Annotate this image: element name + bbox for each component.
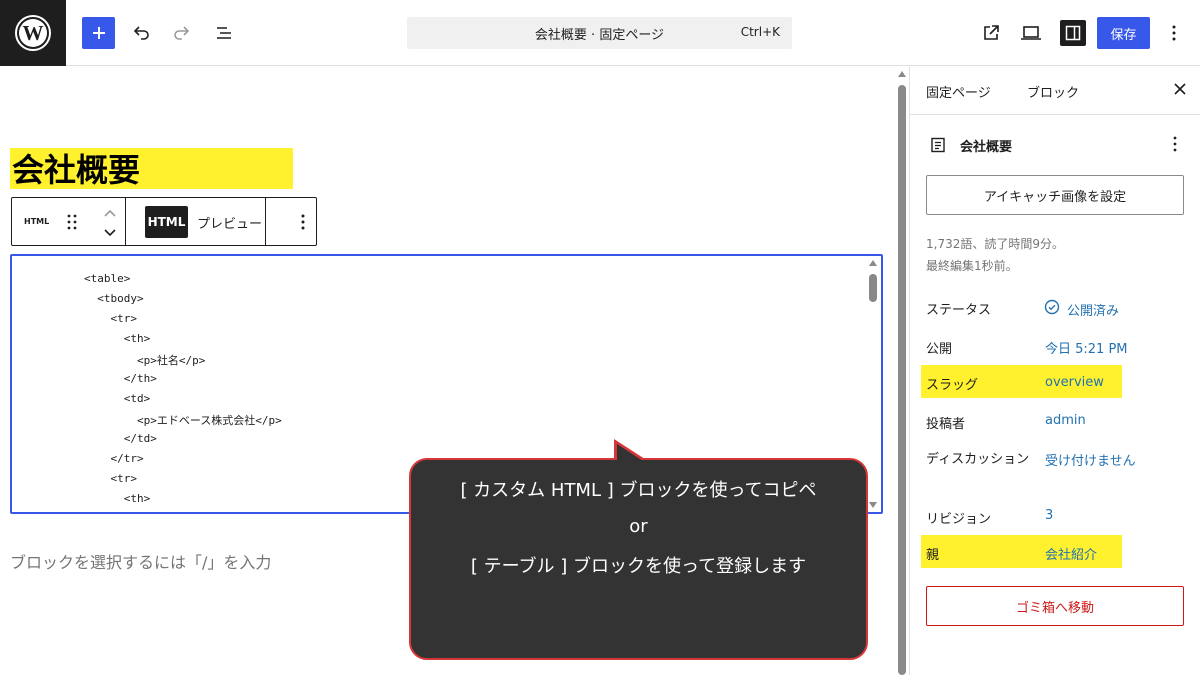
command-palette-bar[interactable]: 会社概要 · 固定ページ Ctrl+K <box>407 17 792 49</box>
code-line: <th> <box>84 332 151 345</box>
svg-text:W: W <box>23 21 44 45</box>
code-line: <th> <box>84 492 151 505</box>
status-value[interactable]: 公開済み <box>1067 300 1119 319</box>
code-line: <table> <box>84 272 131 285</box>
shortcut-hint: Ctrl+K <box>740 25 780 39</box>
author-label: 投稿者 <box>926 417 966 432</box>
plus-icon <box>92 27 105 39</box>
block-appender-placeholder[interactable]: ブロックを選択するには「/」を入力 <box>10 549 271 573</box>
callout-line-1: [ カスタム HTML ] ブロックを使ってコピペ <box>460 480 817 501</box>
editor-header: W 会社概要 · 固定ページ Ctrl+K 保存 <box>0 0 1200 66</box>
settings-sidebar-toggle[interactable] <box>1060 20 1086 46</box>
discussion-value[interactable]: 受け付けません <box>1045 450 1136 469</box>
save-button[interactable]: 保存 <box>1097 17 1150 49</box>
wordpress-logo-icon[interactable]: W <box>0 0 66 66</box>
html-tab[interactable]: HTML <box>145 206 188 238</box>
scroll-up-arrow[interactable] <box>869 260 877 266</box>
settings-sidebar: 固定ページ ブロック 会社概要 アイキャッチ画像を設定 1,732語、読了時間9… <box>909 67 1200 675</box>
code-line: </tr> <box>84 452 144 465</box>
external-link-icon <box>984 25 999 40</box>
word-count: 1,732語、読了時間9分。 <box>926 237 1064 251</box>
last-edited: 最終編集1秒前。 <box>926 259 1018 273</box>
tab-block[interactable]: ブロック <box>1027 82 1079 101</box>
preview-device-button[interactable] <box>1019 21 1043 45</box>
code-line: </th> <box>84 372 157 385</box>
callout-line-2: or <box>629 516 648 537</box>
code-scrollbar-thumb[interactable] <box>869 274 877 302</box>
toolbar-divider <box>265 198 266 245</box>
annotation-callout: [ カスタム HTML ] ブロックを使ってコピペ or [ テーブル ] ブロ… <box>409 458 868 660</box>
check-circle-icon <box>1044 299 1060 315</box>
status-label: ステータス <box>926 303 992 318</box>
drag-handle-icon[interactable] <box>65 212 79 232</box>
options-menu-button[interactable] <box>1162 21 1186 45</box>
code-line: <tr> <box>84 312 137 325</box>
scroll-down-arrow[interactable] <box>869 502 877 508</box>
publish-label: 公開 <box>926 342 953 357</box>
block-type-icon[interactable]: HTML <box>24 217 49 226</box>
list-view-icon <box>217 27 231 39</box>
move-to-trash-button[interactable]: ゴミ箱へ移動 <box>926 586 1184 626</box>
code-line: <td> <box>84 392 151 405</box>
author-value[interactable]: admin <box>1045 413 1086 428</box>
editor-scrollbar-thumb[interactable] <box>898 85 906 675</box>
code-line: <p>社名</p> <box>84 354 206 367</box>
add-block-button[interactable] <box>82 17 115 49</box>
callout-pointer-fill <box>617 444 643 461</box>
set-featured-image-button[interactable]: アイキャッチ画像を設定 <box>926 175 1184 215</box>
revisions-label: リビジョン <box>926 512 992 527</box>
sidebar-tabs: 固定ページ ブロック <box>910 67 1200 115</box>
page-icon <box>931 137 945 153</box>
toolbar-divider <box>125 198 126 245</box>
revisions-value[interactable]: 3 <box>1045 508 1053 523</box>
block-toolbar: HTML HTML プレビュー <box>11 197 317 246</box>
more-vertical-icon[interactable] <box>293 211 313 233</box>
document-title: 会社概要 · 固定ページ <box>534 28 665 43</box>
desktop-icon <box>1021 26 1041 40</box>
redo-button[interactable] <box>170 21 194 45</box>
redo-icon <box>174 26 190 40</box>
move-up-down-icon[interactable] <box>100 206 120 240</box>
parent-label: 親 <box>926 548 940 563</box>
page-title-text: 会社概要 <box>12 151 141 189</box>
code-line: </td> <box>84 432 157 445</box>
close-icon[interactable] <box>1171 80 1189 98</box>
tab-page[interactable]: 固定ページ <box>926 82 991 101</box>
code-line: <tbody> <box>84 292 144 305</box>
slug-value[interactable]: overview <box>1045 375 1104 390</box>
preview-tab[interactable]: プレビュー <box>197 213 262 232</box>
editor-scrollbar[interactable] <box>896 67 908 675</box>
undo-icon <box>133 26 149 40</box>
document-overview-button[interactable] <box>212 21 236 45</box>
view-page-button[interactable] <box>979 21 1003 45</box>
parent-value[interactable]: 会社紹介 <box>1045 544 1097 563</box>
callout-line-3: [ テーブル ] ブロックを使って登録します <box>470 556 807 577</box>
discussion-label: ディスカッション <box>926 452 1030 467</box>
publish-value[interactable]: 今日 5:21 PM <box>1045 338 1128 357</box>
slug-label: スラッグ <box>926 378 979 393</box>
page-title[interactable]: 会社概要 <box>10 148 293 189</box>
scroll-up-arrow[interactable] <box>898 71 906 77</box>
sidebar-document-title: 会社概要 <box>960 140 1013 155</box>
code-line: <p>エドベース株式会社</p> <box>84 414 282 427</box>
sidebar-icon <box>1065 25 1081 41</box>
undo-button[interactable] <box>129 21 153 45</box>
more-vertical-icon <box>1172 25 1176 41</box>
more-vertical-icon[interactable] <box>1172 135 1178 153</box>
code-line: <tr> <box>84 472 137 485</box>
